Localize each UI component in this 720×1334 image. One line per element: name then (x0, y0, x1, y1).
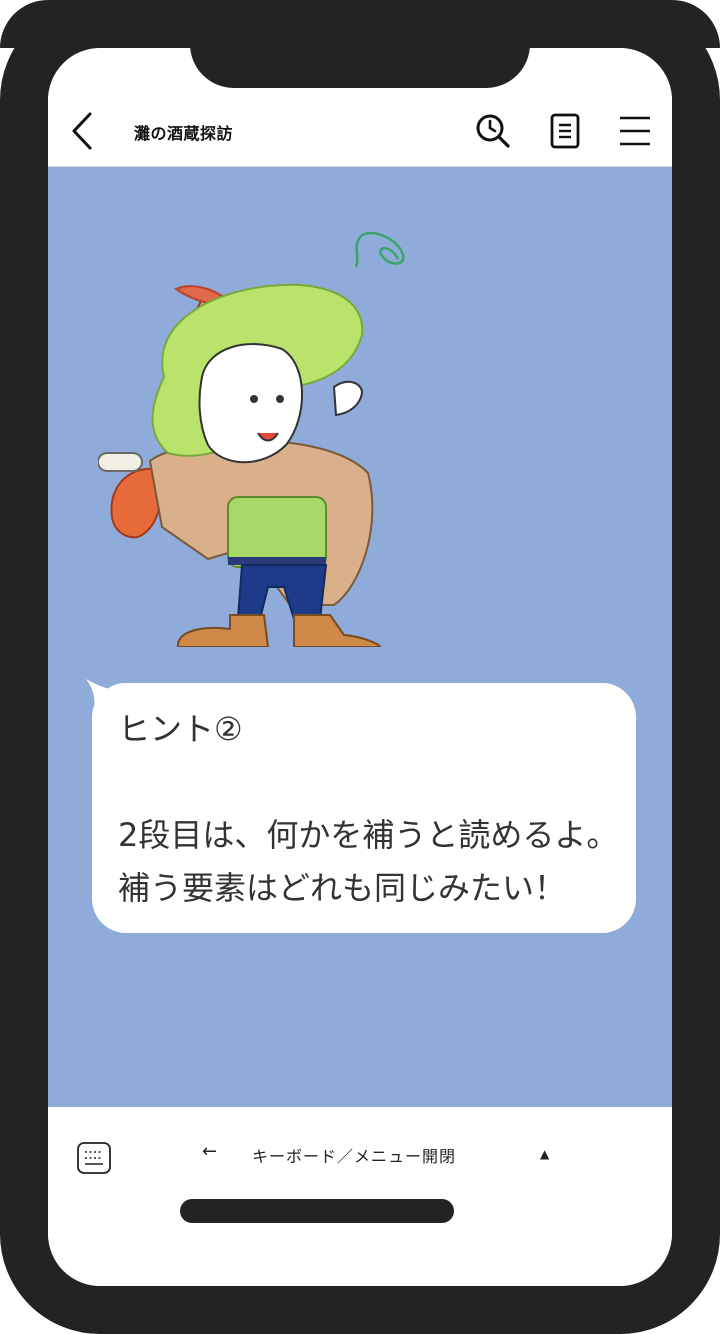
triangle-up-icon[interactable]: ▲ (540, 1147, 549, 1161)
clock-search-icon[interactable] (474, 112, 512, 150)
notes-icon[interactable] (546, 112, 584, 150)
message-text: ヒント② 2段目は、何かを補うと読めるよ。 補う要素はどれも同じみたい！ (118, 710, 619, 907)
chat-title: 灘の酒蔵探訪 (134, 124, 234, 143)
menu-toggle-label[interactable]: キーボード／メニュー開閉 (252, 1143, 456, 1167)
keyboard-icon[interactable] (77, 1142, 111, 1174)
chat-header: 灘の酒蔵探訪 (48, 96, 672, 167)
chat-area: ヒント② 2段目は、何かを補うと読めるよ。 補う要素はどれも同じみたい！ (48, 167, 672, 1107)
phone-screen: 灘の酒蔵探訪 ヒント② 2段目は、何かを補うと読めるよ。 補う要素はどれも同じみ… (48, 48, 672, 1286)
arrow-left-icon: ← (202, 1141, 218, 1162)
home-indicator (180, 1199, 454, 1223)
message-bubble: ヒント② 2段目は、何かを補うと読めるよ。 補う要素はどれも同じみたい！ (92, 683, 636, 933)
chevron-left-icon[interactable] (66, 110, 102, 152)
menu-icon[interactable] (616, 112, 654, 150)
explorer-character-illustration (98, 231, 405, 647)
rich-menu-bar: ← キーボード／メニュー開閉 ▲ (48, 1107, 672, 1286)
phone-notch (190, 40, 530, 88)
